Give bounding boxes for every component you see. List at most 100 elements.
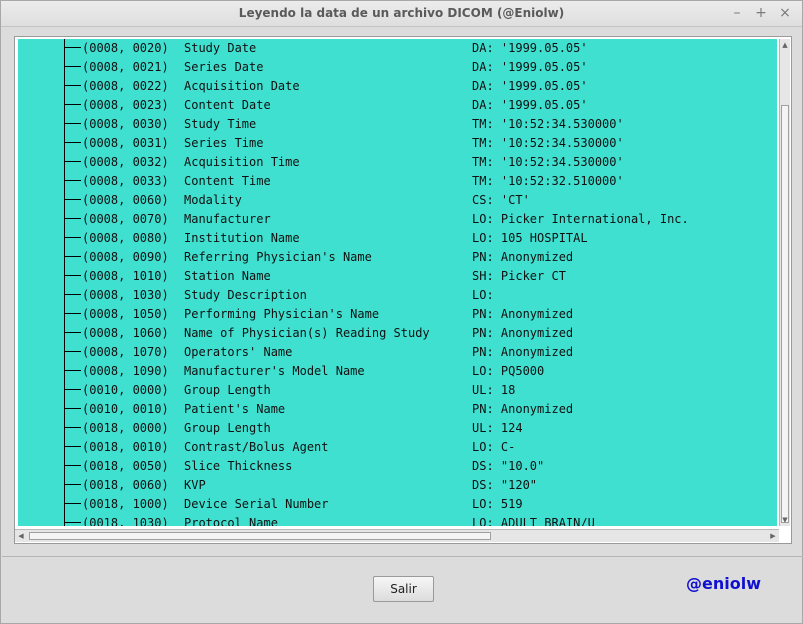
element-name: Contrast/Bolus Agent: [184, 440, 329, 454]
maximize-button[interactable]: +: [752, 4, 770, 22]
tree-connector: [64, 161, 81, 162]
tree-connector: [64, 85, 81, 86]
tree-row[interactable]: (0008, 0023) Content Date DA: '1999.05.05': [18, 96, 777, 115]
element-name: KVP: [184, 478, 206, 492]
tree-connector: [64, 522, 81, 523]
element-tag: (0008, 1050): [82, 307, 169, 321]
element-name: Station Name: [184, 269, 271, 283]
horizontal-scroll-thumb[interactable]: [29, 532, 491, 540]
tree-row[interactable]: (0010, 0010) Patient's Name PN: Anonymized: [18, 400, 777, 419]
element-name: Performing Physician's Name: [184, 307, 380, 321]
tree-row[interactable]: (0008, 0020) Study Date DA: '1999.05.05': [18, 39, 777, 58]
element-tag: (0008, 0032): [82, 155, 169, 169]
element-name: Referring Physician's Name: [184, 250, 372, 264]
tree-connector: [64, 104, 81, 105]
element-value: LO: Picker International, Inc.: [472, 212, 689, 226]
element-tag: (0008, 0090): [82, 250, 169, 264]
vertical-scrollbar[interactable]: ▲ ▼: [779, 39, 790, 526]
element-name: Content Time: [184, 174, 271, 188]
tree-row[interactable]: (0010, 0000) Group Length UL: 18: [18, 381, 777, 400]
minimize-button[interactable]: –: [728, 4, 746, 22]
element-value: PN: Anonymized: [472, 250, 574, 264]
element-name: Series Time: [184, 136, 264, 150]
element-tag: (0008, 0031): [82, 136, 169, 150]
tree-row[interactable]: (0008, 1090) Manufacturer's Model Name LO:…: [18, 362, 777, 381]
tree-row[interactable]: (0008, 0080) Institution Name LO: 105 HOSP…: [18, 229, 777, 248]
element-name: Institution Name: [184, 231, 300, 245]
tree-row[interactable]: (0018, 0050) Slice Thickness DS: "10.0": [18, 457, 777, 476]
scroll-up-arrow-icon[interactable]: ▲: [780, 39, 790, 51]
element-tag: (0008, 0021): [82, 60, 169, 74]
element-tag: (0008, 0020): [82, 41, 169, 55]
element-tag: (0010, 0000): [82, 383, 169, 397]
element-value: PN: Anonymized: [472, 307, 574, 321]
tree-row[interactable]: (0008, 0022) Acquisition Date DA: '1999.05…: [18, 77, 777, 96]
element-tag: (0008, 1030): [82, 288, 169, 302]
tree-connector: [64, 446, 81, 447]
element-value: TM: '10:52:34.530000': [472, 136, 624, 150]
element-name: Group Length: [184, 383, 271, 397]
element-value: DS: "120": [472, 478, 538, 492]
tree-row[interactable]: (0008, 1010) Station Name SH: Picker CT: [18, 267, 777, 286]
tree-row[interactable]: (0008, 1060) Name of Physician(s) Reading…: [18, 324, 777, 343]
tree-connector: [64, 370, 81, 371]
element-value: LO: C-: [472, 440, 516, 454]
tree-connector: [64, 313, 81, 314]
element-value: CS: 'CT': [472, 193, 530, 207]
tree-row[interactable]: (0018, 0060) KVP DS: "120": [18, 476, 777, 495]
element-value: LO: 519: [472, 497, 523, 511]
element-value: DA: '1999.05.05': [472, 41, 588, 55]
tree-row[interactable]: (0008, 1070) Operators' Name PN: Anonymize…: [18, 343, 777, 362]
tree-row[interactable]: (0008, 0030) Study Time TM: '10:52:34.5300…: [18, 115, 777, 134]
tree-row[interactable]: (0018, 0010) Contrast/Bolus Agent LO: C-: [18, 438, 777, 457]
tree-row[interactable]: (0008, 1030) Study Description LO:: [18, 286, 777, 305]
tree-connector: [64, 294, 81, 295]
vertical-scroll-thumb[interactable]: [781, 105, 789, 523]
tree-row[interactable]: (0008, 0090) Referring Physician's Name PN…: [18, 248, 777, 267]
element-value: LO: ADULT BRAIN/U: [472, 516, 595, 526]
tree-connector: [64, 47, 81, 48]
element-tag: (0018, 0010): [82, 440, 169, 454]
tree-row[interactable]: (0008, 0032) Acquisition Time TM: '10:52:3…: [18, 153, 777, 172]
tree-row[interactable]: (0018, 1000) Device Serial Number LO: 519: [18, 495, 777, 514]
element-name: Manufacturer's Model Name: [184, 364, 365, 378]
exit-button[interactable]: Salir: [373, 576, 434, 602]
tree-connector: [64, 427, 81, 428]
exit-button-label: Salir: [390, 582, 417, 596]
element-name: Acquisition Date: [184, 79, 300, 93]
tree-row[interactable]: (0008, 0031) Series Time TM: '10:52:34.530…: [18, 134, 777, 153]
element-name: Series Date: [184, 60, 264, 74]
scroll-right-arrow-icon[interactable]: ▶: [767, 530, 779, 542]
tree-row[interactable]: (0008, 1050) Performing Physician's Name P…: [18, 305, 777, 324]
tree-row[interactable]: (0018, 1030) Protocol Name LO: ADULT BRAIN…: [18, 514, 777, 526]
element-value: DA: '1999.05.05': [472, 79, 588, 93]
element-tag: (0008, 1010): [82, 269, 169, 283]
close-button[interactable]: ×: [776, 4, 794, 22]
tree-panel: (0008, 0020) Study Date DA: '1999.05.05' (0…: [14, 36, 792, 544]
tree-connector: [64, 218, 81, 219]
tree-connector: [64, 237, 81, 238]
tree-row[interactable]: (0008, 0060) Modality CS: 'CT': [18, 191, 777, 210]
horizontal-scrollbar[interactable]: ◀ ▶: [15, 529, 779, 542]
tree-row[interactable]: (0008, 0070) Manufacturer LO: Picker Inter…: [18, 210, 777, 229]
element-value: DA: '1999.05.05': [472, 98, 588, 112]
title-bar[interactable]: Leyendo la data de un archivo DICOM (@En…: [1, 1, 802, 27]
element-name: Protocol Name: [184, 516, 278, 526]
tree-connector: [64, 408, 81, 409]
element-name: Slice Thickness: [184, 459, 293, 473]
element-value: DS: "10.0": [472, 459, 545, 473]
tree-row[interactable]: (0008, 0021) Series Date DA: '1999.05.05': [18, 58, 777, 77]
tree-connector: [64, 351, 81, 352]
tree-row[interactable]: (0008, 0033) Content Time TM: '10:52:32.51…: [18, 172, 777, 191]
app-window: Leyendo la data de un archivo DICOM (@En…: [0, 0, 803, 624]
tree-connector: [64, 465, 81, 466]
element-tag: (0008, 0033): [82, 174, 169, 188]
tree-row[interactable]: (0018, 0000) Group Length UL: 124: [18, 419, 777, 438]
element-value: TM: '10:52:32.510000': [472, 174, 624, 188]
dicom-tree[interactable]: (0008, 0020) Study Date DA: '1999.05.05' (0…: [18, 39, 777, 526]
scroll-left-arrow-icon[interactable]: ◀: [15, 530, 27, 542]
element-tag: (0010, 0010): [82, 402, 169, 416]
element-value: SH: Picker CT: [472, 269, 566, 283]
tree-connector: [64, 503, 81, 504]
scroll-down-arrow-icon[interactable]: ▼: [780, 514, 790, 526]
